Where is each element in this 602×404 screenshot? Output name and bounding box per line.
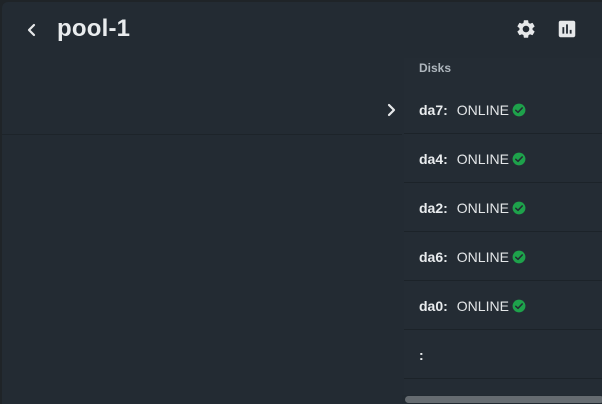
pool-header: pool-1 [2,2,602,58]
device-tree-area [2,58,402,404]
disk-name: : [419,346,424,363]
horizontal-scrollbar[interactable] [402,395,602,404]
disk-name: da2: [419,199,448,216]
disk-status: ONLINE [456,101,509,118]
disk-name: da0: [419,297,448,314]
disk-name: da6: [419,248,448,265]
disk-status: ONLINE [456,248,509,265]
stats-button[interactable] [555,17,579,41]
disk-name: da4: [419,150,448,167]
back-button[interactable] [18,16,46,44]
disk-status: ONLINE [456,199,509,216]
disk-name: da7: [419,101,448,118]
check-circle-icon [512,103,526,116]
chevron-right-icon [387,103,396,117]
chevron-left-icon [27,23,36,37]
settings-button[interactable] [514,17,538,41]
bar-chart-icon [558,20,576,38]
disks-column: Disks da7: ONLINE da4: ONLINE da2: ONLIN… [404,58,602,404]
disk-row[interactable]: da7: ONLINE [404,86,602,134]
check-circle-icon [512,152,526,165]
disk-row[interactable]: da4: ONLINE [404,135,602,183]
expand-row-button[interactable] [380,98,404,122]
page-title: pool-1 [57,15,131,42]
disks-column-header: Disks [419,61,452,75]
tree-row[interactable] [2,86,402,135]
check-circle-icon [512,250,526,263]
scrollbar-thumb[interactable] [405,396,602,403]
disk-status: ONLINE [456,297,509,314]
gear-icon [517,20,535,38]
disk-row[interactable]: da0: ONLINE [404,282,602,330]
disk-row[interactable]: : [404,331,602,379]
disk-row[interactable]: da6: ONLINE [404,233,602,281]
check-circle-icon [512,299,526,312]
disk-row[interactable]: da2: ONLINE [404,184,602,232]
disk-status: ONLINE [456,150,509,167]
pool-detail-panel: pool-1 Disks da7: ONLINE da4: ONLINE da2… [2,2,602,404]
check-circle-icon [512,201,526,214]
